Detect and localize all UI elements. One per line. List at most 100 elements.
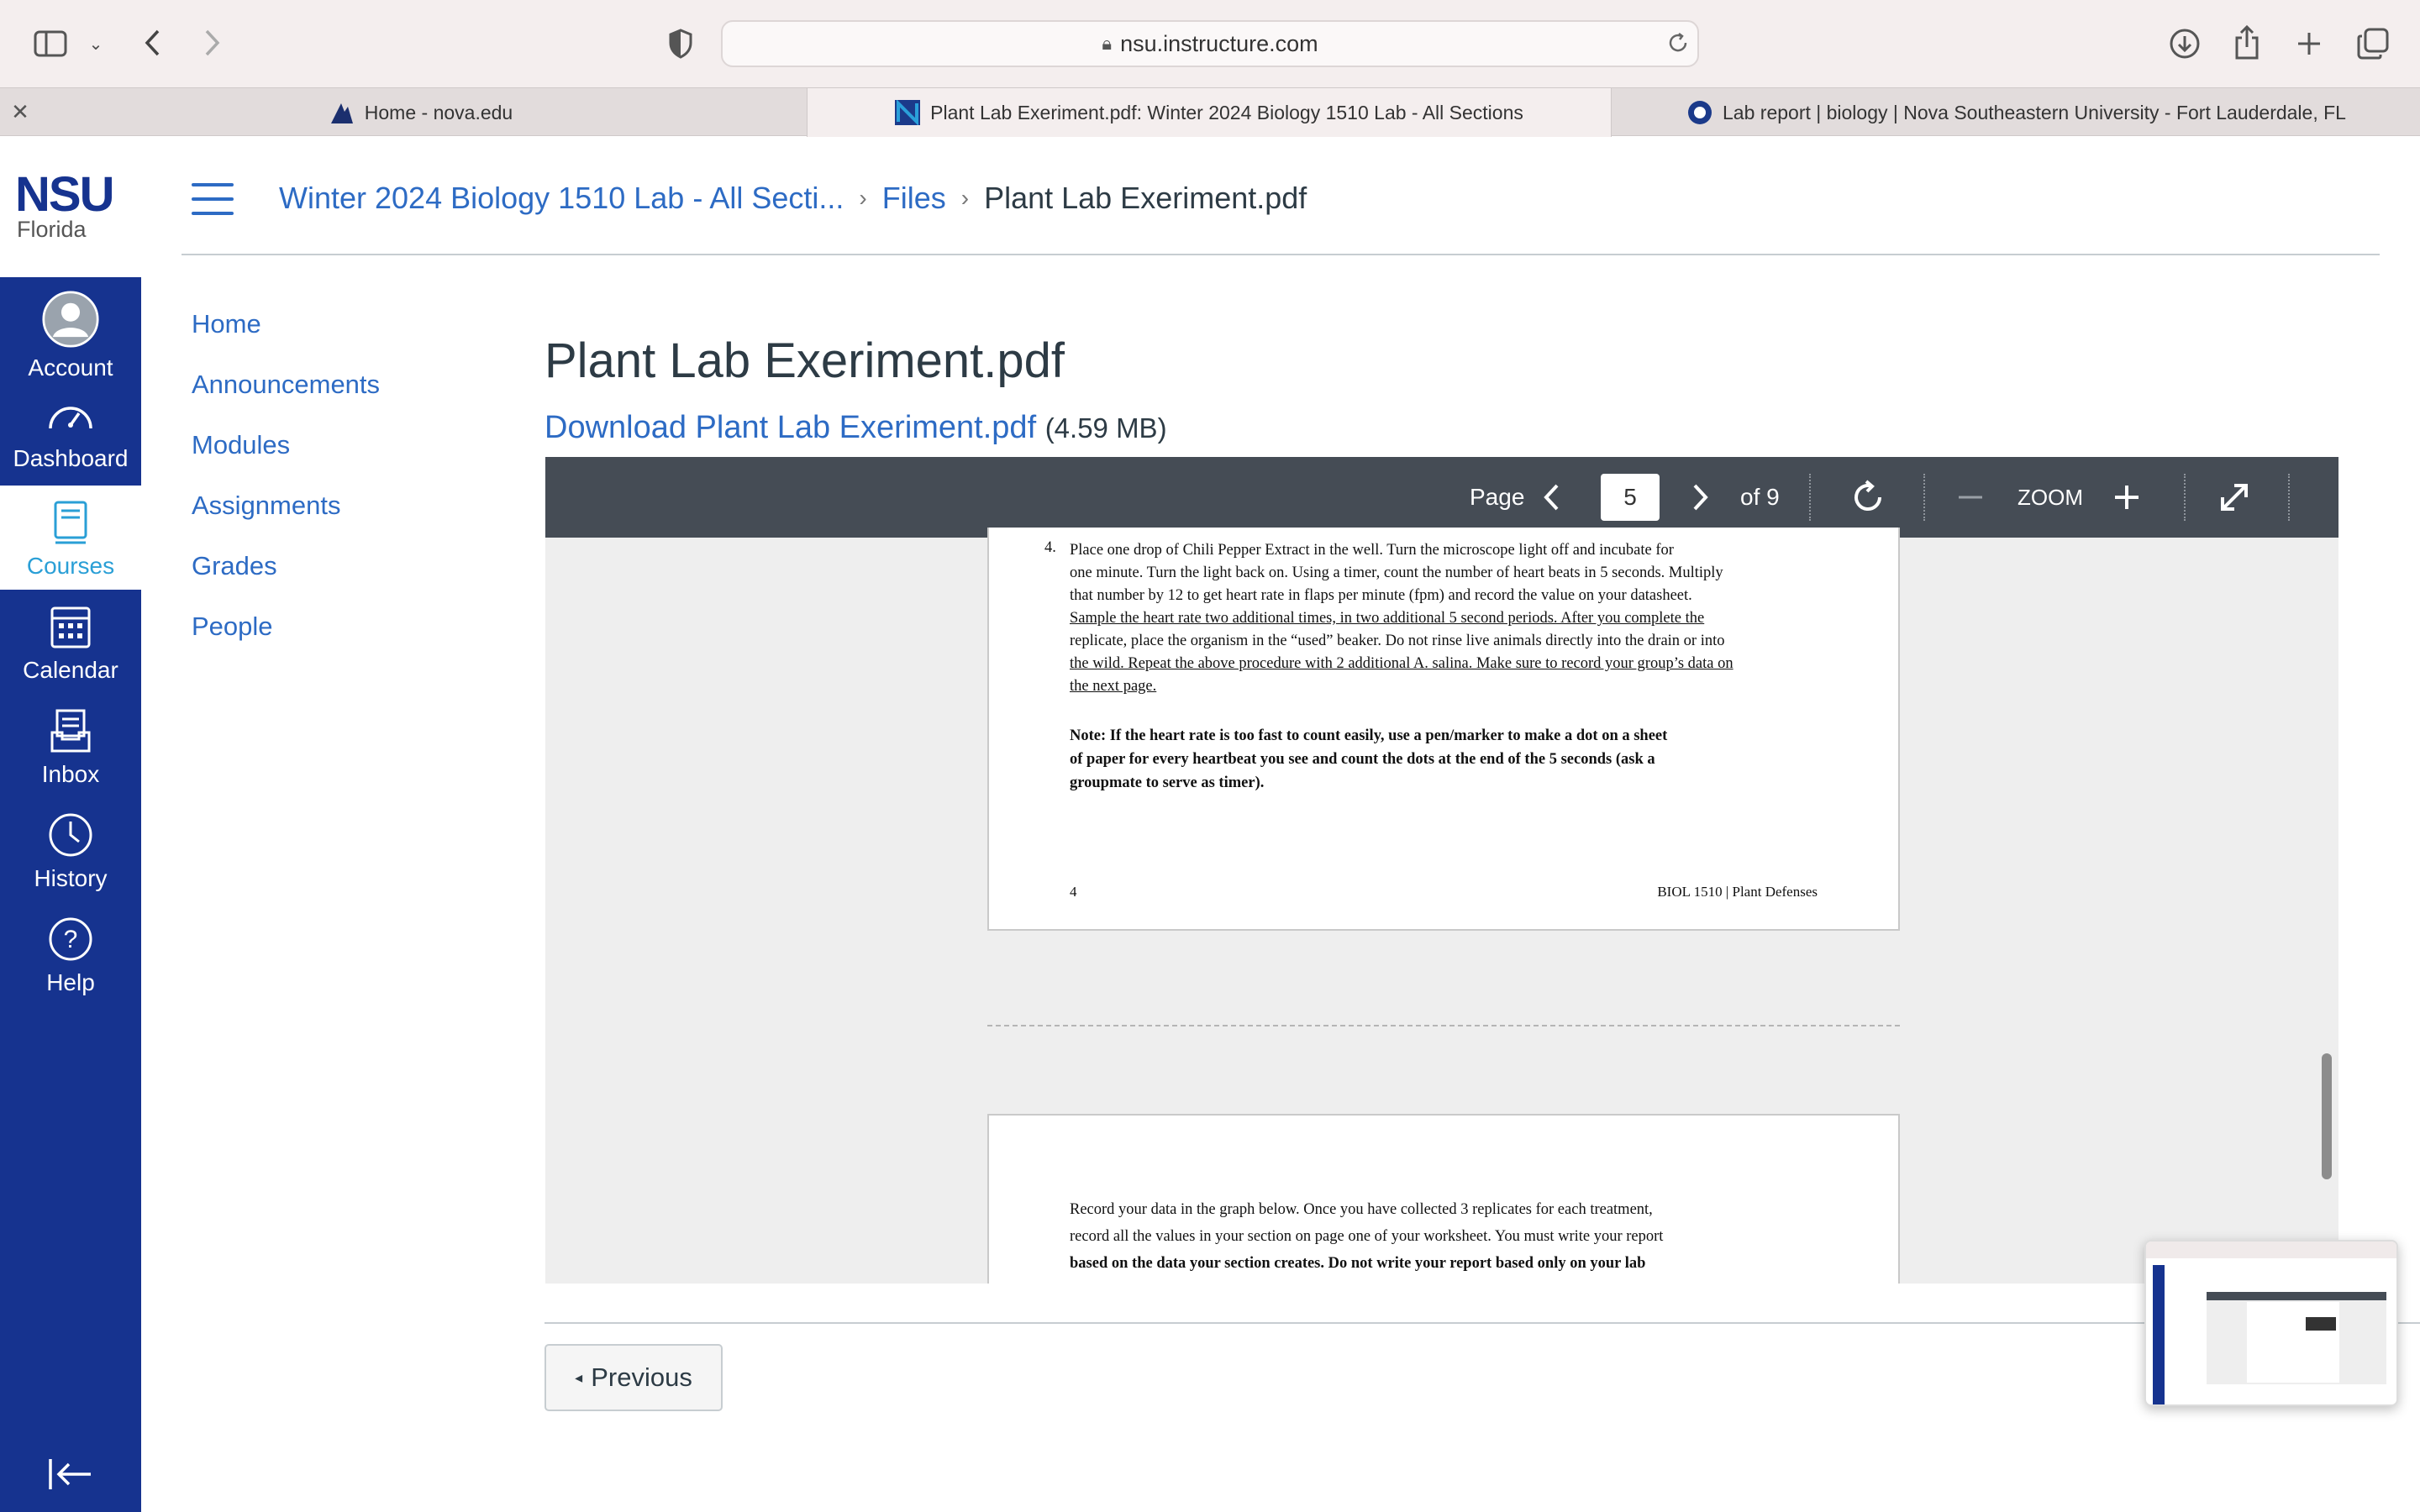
tab-home-nova[interactable]: Home - nova.edu xyxy=(37,88,805,137)
page-total: of 9 xyxy=(1740,484,1780,510)
previous-label: Previous xyxy=(591,1362,692,1392)
course-nav-modules[interactable]: Modules xyxy=(192,415,494,475)
header-divider xyxy=(182,254,2380,255)
record-line: based on the data your section creates. … xyxy=(1070,1255,1646,1272)
close-tab-icon[interactable]: ✕ xyxy=(8,99,32,124)
zoom-label: ZOOM xyxy=(2018,484,2083,510)
browser-toolbar: ⌄ 🔒︎ nsu.instructure.com xyxy=(0,0,2420,87)
avatar-icon xyxy=(42,291,99,348)
caret-left-icon: ◂ xyxy=(575,1368,583,1386)
shark-favicon-icon xyxy=(330,103,353,123)
course-navigation: Home Announcements Modules Assignments G… xyxy=(192,294,494,657)
course-nav-grades[interactable]: Grades xyxy=(192,536,494,596)
nav-help[interactable]: ? Help xyxy=(0,902,141,1006)
logo-subtext: Florida xyxy=(17,217,87,242)
tab-plant-lab-pdf[interactable]: Plant Lab Exeriment.pdf: Winter 2024 Bio… xyxy=(807,88,1612,137)
note-line: of paper for every heartbeat you see and… xyxy=(1070,751,1655,768)
reload-icon[interactable] xyxy=(1664,29,1692,57)
page-label: Page xyxy=(1470,484,1525,510)
nsu-favicon-icon xyxy=(895,100,921,125)
dashboard-icon xyxy=(49,407,92,429)
page-number-input[interactable]: 5 xyxy=(1601,474,1660,521)
record-text: Record your data in the graph below. Onc… xyxy=(1070,1196,1876,1277)
pdf-viewer-toolbar: Page 5 of 9 ZOOM xyxy=(545,457,2338,538)
breadcrumb-current: Plant Lab Exeriment.pdf xyxy=(984,181,1307,215)
toolbar-divider xyxy=(2184,474,2186,521)
calendar-icon xyxy=(50,606,91,648)
pdf-viewer[interactable]: Page 5 of 9 ZOOM 4. Place one drop of Ch… xyxy=(545,457,2338,1284)
note-line: groupmate to serve as timer). xyxy=(1070,774,1265,791)
step-line: one minute. Turn the light back on. Usin… xyxy=(1070,564,1723,581)
collapse-nav-icon[interactable] xyxy=(45,1453,96,1495)
new-tab-icon[interactable] xyxy=(2292,25,2326,62)
page-title: Plant Lab Exeriment.pdf xyxy=(544,333,1065,388)
fullscreen-icon[interactable] xyxy=(2217,457,2251,538)
download-row: Download Plant Lab Exeriment.pdf (4.59 M… xyxy=(544,410,1167,446)
tab-lab-report[interactable]: Lab report | biology | Nova Southeastern… xyxy=(1613,88,2420,137)
breadcrumb-files-link[interactable]: Files xyxy=(882,181,946,216)
nav-history[interactable]: History xyxy=(0,798,141,902)
viewer-scrollbar[interactable] xyxy=(2322,1053,2332,1179)
nav-label: History xyxy=(34,865,108,891)
next-page-icon[interactable] xyxy=(1691,457,1710,538)
courses-icon xyxy=(54,501,87,544)
step-line: Place one drop of Chili Pepper Extract i… xyxy=(1070,542,1674,559)
nav-label: Dashboard xyxy=(13,445,129,471)
note-line: Note: If the heart rate is too fast to c… xyxy=(1070,727,1668,744)
nav-label: Calendar xyxy=(23,657,118,683)
footer-divider xyxy=(544,1322,2420,1324)
course-nav-people[interactable]: People xyxy=(192,596,494,657)
forward-icon[interactable] xyxy=(198,24,227,62)
svg-text:?: ? xyxy=(64,926,78,953)
step-line: the next page. xyxy=(1070,678,1157,695)
breadcrumb: Winter 2024 Biology 1510 Lab - All Secti… xyxy=(279,173,1307,223)
rotate-icon[interactable] xyxy=(1849,457,1886,538)
screenshot-thumbnail[interactable] xyxy=(2144,1240,2398,1406)
hamburger-menu-icon[interactable] xyxy=(192,183,234,215)
tab-overview-icon[interactable] xyxy=(2354,25,2391,62)
nav-dashboard[interactable]: Dashboard xyxy=(0,381,141,486)
lock-icon: 🔒︎ xyxy=(1102,33,1113,54)
nav-courses[interactable]: Courses xyxy=(0,486,141,590)
back-icon[interactable] xyxy=(138,24,166,62)
chevron-right-icon: › xyxy=(859,185,867,211)
note-text: Note: If the heart rate is too fast to c… xyxy=(1070,724,1876,795)
tab-title: Lab report | biology | Nova Southeastern… xyxy=(1723,101,2346,123)
toolbar-divider xyxy=(1923,474,1925,521)
file-size: (4.59 MB) xyxy=(1044,412,1167,444)
nsu-logo[interactable]: NSU Florida xyxy=(0,136,141,277)
sidebar-toggle-icon[interactable] xyxy=(32,27,69,60)
history-icon xyxy=(49,813,92,857)
record-line: Record your data in the graph below. Onc… xyxy=(1070,1201,1653,1218)
global-navigation: NSU Florida Account Dashboard Courses Ca… xyxy=(0,136,141,1512)
help-icon: ? xyxy=(49,917,92,961)
page-separator xyxy=(987,1025,1900,1026)
breadcrumb-course-link[interactable]: Winter 2024 Biology 1510 Lab - All Secti… xyxy=(279,181,844,216)
global-nav-bar: Account Dashboard Courses Calendar Inbox… xyxy=(0,277,141,1512)
course-nav-home[interactable]: Home xyxy=(192,294,494,354)
course-nav-assignments[interactable]: Assignments xyxy=(192,475,494,536)
zoom-out-icon[interactable] xyxy=(1957,457,1984,538)
nav-label: Help xyxy=(46,969,95,995)
nav-calendar[interactable]: Calendar xyxy=(0,590,141,694)
nav-inbox[interactable]: Inbox xyxy=(0,694,141,798)
download-link[interactable]: Download Plant Lab Exeriment.pdf xyxy=(544,410,1036,445)
toolbar-divider xyxy=(2288,474,2290,521)
course-nav-announcements[interactable]: Announcements xyxy=(192,354,494,415)
privacy-shield-icon[interactable] xyxy=(666,25,696,62)
pdf-page-5: Record your data in the graph below. Onc… xyxy=(987,1114,1900,1284)
tab-title: Plant Lab Exeriment.pdf: Winter 2024 Bio… xyxy=(930,101,1523,123)
chevron-down-icon[interactable]: ⌄ xyxy=(84,30,108,57)
step-line: Sample the heart rate two additional tim… xyxy=(1070,610,1705,627)
nav-account[interactable]: Account xyxy=(0,277,141,381)
step-text: Place one drop of Chili Pepper Extract i… xyxy=(1070,539,1876,698)
previous-button[interactable]: ◂ Previous xyxy=(544,1344,723,1411)
prev-page-icon[interactable] xyxy=(1542,457,1560,538)
address-bar[interactable]: 🔒︎ nsu.instructure.com xyxy=(721,20,1699,67)
nav-label: Courses xyxy=(26,553,115,579)
zoom-in-icon[interactable] xyxy=(2113,457,2140,538)
share-icon[interactable] xyxy=(2230,22,2264,62)
circle-favicon-icon xyxy=(1688,101,1712,124)
downloads-icon[interactable] xyxy=(2166,25,2203,62)
step-number: 4. xyxy=(1044,539,1056,556)
